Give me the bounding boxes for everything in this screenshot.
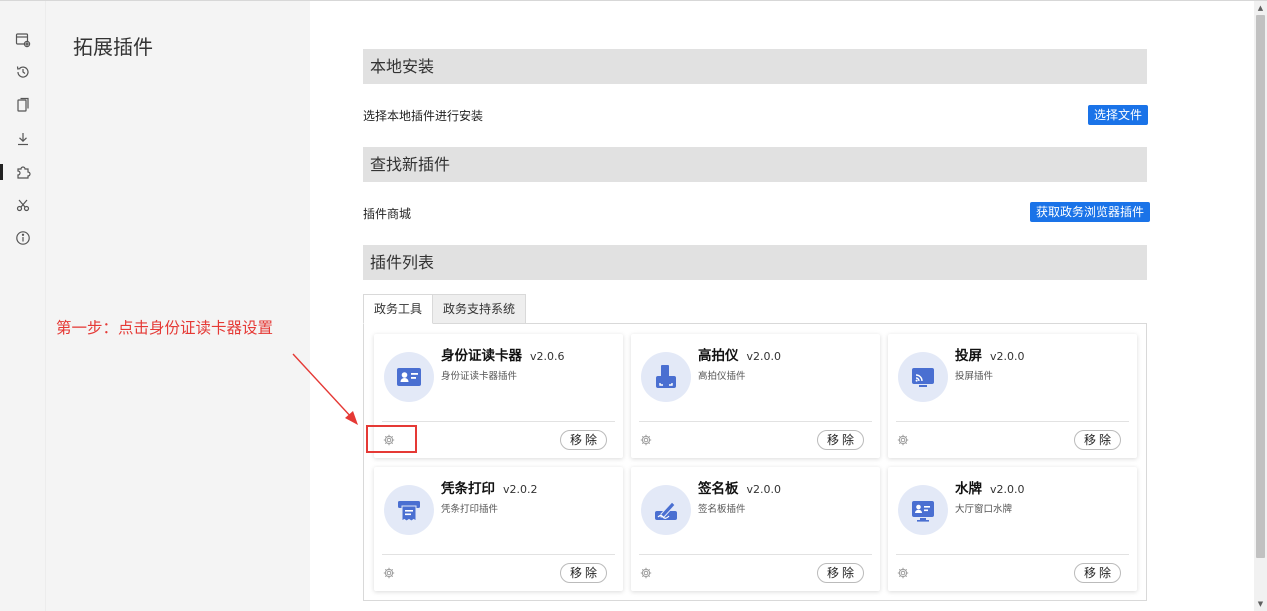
plugin-description: 高拍仪插件 [698, 371, 746, 382]
plugin-name: 凭条打印 v2.0.2 [441, 481, 538, 497]
step-annotation: 第一步：点击身份证读卡器设置 [56, 319, 274, 337]
settings-side-panel: 拓展插件 第一步：点击身份证读卡器设置 [46, 1, 310, 611]
plugin-store-label: 插件商城 [363, 207, 412, 221]
display-board-icon [898, 485, 948, 535]
card-divider [896, 554, 1129, 555]
plugin-version: v2.0.2 [503, 483, 538, 496]
plugin-card-signature-pad: 签名板 v2.0.0 签名板插件 移除 [631, 467, 880, 591]
remove-button[interactable]: 移除 [1073, 563, 1121, 583]
card-divider [639, 554, 872, 555]
remove-button[interactable]: 移除 [559, 430, 607, 450]
gear-icon[interactable] [639, 566, 653, 580]
card-divider [382, 421, 615, 422]
remove-button[interactable]: 移除 [816, 563, 864, 583]
card-divider [639, 421, 872, 422]
plugin-name: 签名板 v2.0.0 [698, 481, 782, 497]
local-install-label: 选择本地插件进行安装 [363, 109, 484, 123]
plugin-card-cast: 投屏 v2.0.0 投屏插件 移除 [888, 334, 1137, 458]
gear-icon[interactable] [896, 433, 910, 447]
settings-highlight-box [366, 425, 417, 453]
plugin-tabs: 政务工具 政务支持系统 [363, 294, 527, 324]
plugin-version: v2.0.0 [746, 483, 782, 496]
plugin-card-scanner: 高拍仪 v2.0.0 高拍仪插件 移除 [631, 334, 880, 458]
plugin-card-display-board: 水牌 v2.0.0 大厅窗口水牌 移除 [888, 467, 1137, 591]
plugin-version: v2.0.6 [530, 350, 565, 363]
gear-icon[interactable] [639, 433, 653, 447]
plugin-description: 凭条打印插件 [441, 504, 499, 515]
tab-gov-support[interactable]: 政务支持系统 [433, 294, 527, 324]
get-plugins-button[interactable]: 获取政务浏览器插件 [1030, 202, 1151, 222]
tools-icon[interactable] [13, 195, 33, 215]
find-plugins-header: 查找新插件 [363, 147, 1147, 182]
scroll-down-icon[interactable]: ▼ [1254, 598, 1267, 610]
icon-rail [0, 1, 46, 611]
history-icon[interactable] [13, 62, 33, 82]
bookmark-icon[interactable] [13, 95, 33, 115]
local-install-header: 本地安装 [363, 49, 1147, 84]
plugin-description: 签名板插件 [698, 504, 746, 515]
download-icon[interactable] [13, 129, 33, 149]
plugin-name: 高拍仪 v2.0.0 [698, 348, 782, 364]
gear-icon[interactable] [896, 566, 910, 580]
plugin-card-receipt-printer: 凭条打印 v2.0.2 凭条打印插件 移除 [374, 467, 623, 591]
active-indicator [0, 164, 3, 180]
card-divider [896, 421, 1129, 422]
signature-pad-icon [641, 485, 691, 535]
receipt-printer-icon [384, 485, 434, 535]
info-icon[interactable] [13, 228, 33, 248]
window-settings-icon[interactable] [13, 30, 33, 50]
remove-button[interactable]: 移除 [559, 563, 607, 583]
plugin-name: 水牌 v2.0.0 [955, 481, 1025, 497]
plugin-description: 投屏插件 [955, 371, 994, 382]
tab-gov-tools[interactable]: 政务工具 [363, 294, 434, 324]
plugin-description: 身份证读卡器插件 [441, 371, 518, 382]
annotation-arrow [292, 353, 358, 425]
cast-icon [898, 352, 948, 402]
gear-icon[interactable] [382, 566, 396, 580]
scanner-icon [641, 352, 691, 402]
remove-button[interactable]: 移除 [816, 430, 864, 450]
scrollbar[interactable]: ▲ ▼ [1254, 1, 1267, 611]
scroll-thumb[interactable] [1256, 15, 1265, 558]
plugin-description: 大厅窗口水牌 [955, 504, 1013, 515]
plugin-grid: 身份证读卡器 v2.0.6 身份证读卡器插件 移除 高拍仪 v2.0.0 高拍仪插件… [363, 323, 1147, 601]
puzzle-icon[interactable] [13, 162, 33, 182]
plugin-version: v2.0.0 [990, 483, 1025, 496]
page-title: 拓展插件 [73, 35, 153, 59]
card-divider [382, 554, 615, 555]
plugin-version: v2.0.0 [990, 350, 1025, 363]
choose-file-button[interactable]: 选择文件 [1088, 105, 1149, 125]
settings-page: 拓展插件 第一步：点击身份证读卡器设置 本地安装 选择本地插件进行安装 选择文件… [0, 0, 1267, 611]
main-content: 本地安装 选择本地插件进行安装 选择文件 查找新插件 插件商城 获取政务浏览器插… [310, 1, 1254, 611]
scroll-up-icon[interactable]: ▲ [1254, 2, 1267, 14]
remove-button[interactable]: 移除 [1073, 430, 1121, 450]
plugin-name: 身份证读卡器 v2.0.6 [441, 348, 565, 364]
plugin-version: v2.0.0 [746, 350, 782, 363]
plugin-list-header: 插件列表 [363, 245, 1147, 280]
plugin-name: 投屏 v2.0.0 [955, 348, 1025, 364]
id-card-icon [384, 352, 434, 402]
